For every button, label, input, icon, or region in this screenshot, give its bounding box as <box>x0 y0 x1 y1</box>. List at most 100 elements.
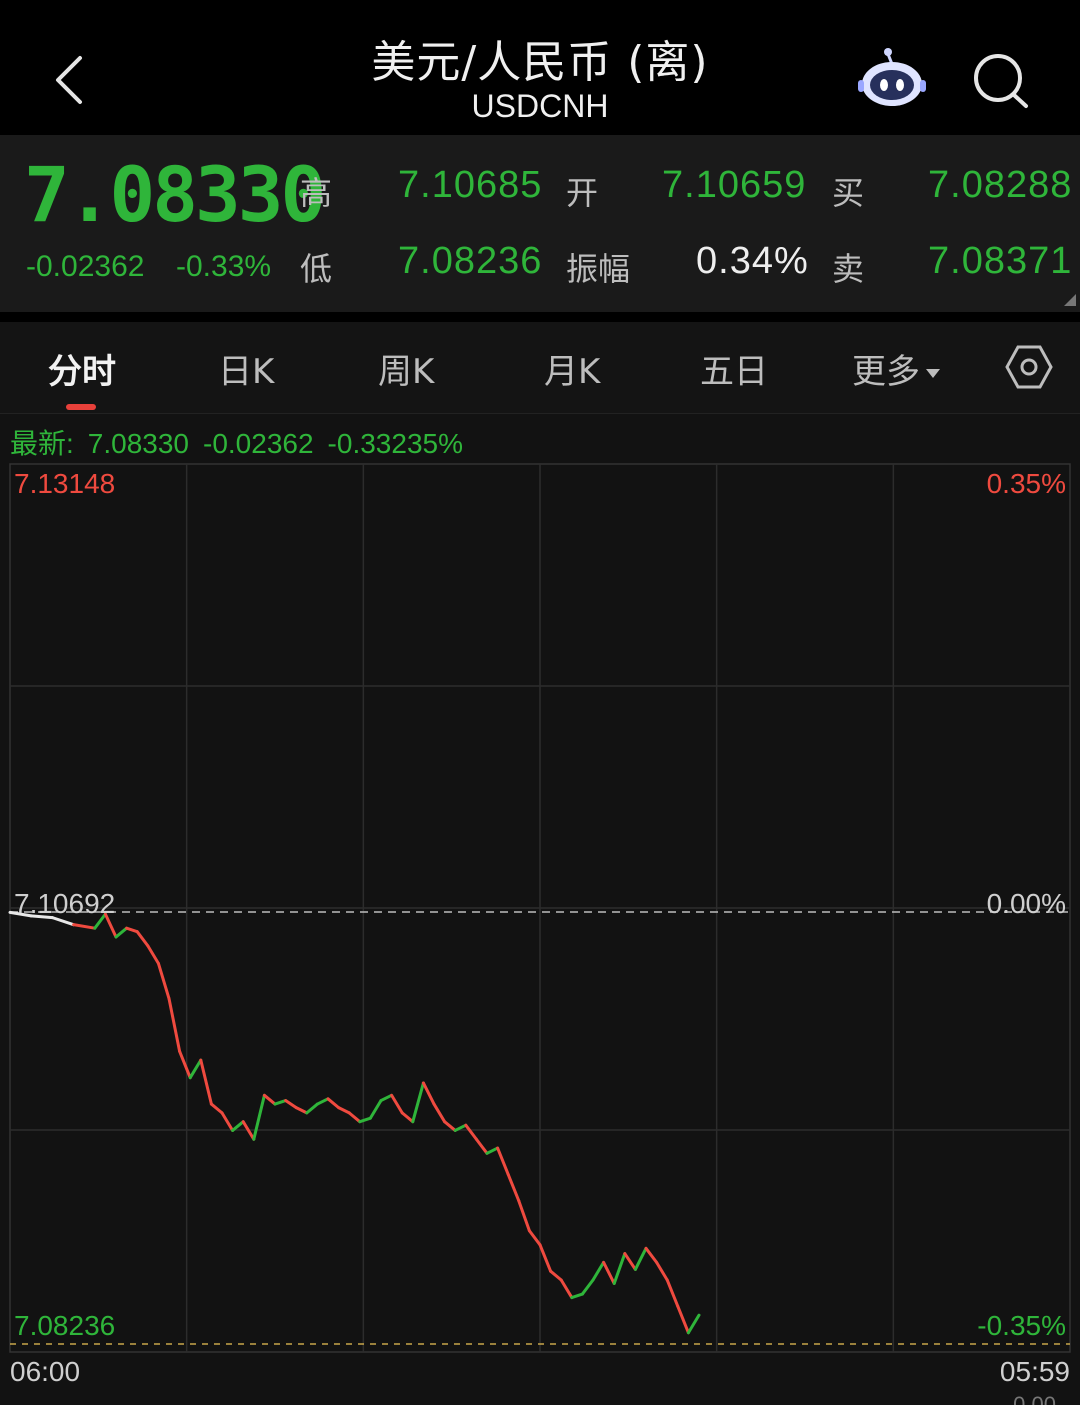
ask-value: 7.08371 <box>928 240 1073 282</box>
price-segment <box>220 1111 235 1132</box>
pct-min-label: -0.35% <box>977 1310 1066 1341</box>
tab-weekly-k[interactable]: 周K <box>378 344 434 393</box>
divider <box>0 312 1080 322</box>
high-label: 高 <box>300 174 333 212</box>
price-line <box>8 910 701 1335</box>
price-segment <box>686 1313 701 1335</box>
time-end-label: 05:59 <box>999 1356 1070 1387</box>
price-segment <box>549 1269 563 1282</box>
latest-label: 最新: <box>10 428 74 459</box>
price-segment <box>612 1252 627 1285</box>
latest-change-pct: -0.33235% <box>327 428 463 459</box>
latest-price: 7.08330 <box>87 428 189 459</box>
price-segment <box>231 1120 245 1132</box>
price-segment <box>633 1246 648 1271</box>
bid-value: 7.08288 <box>928 164 1073 206</box>
price-segment <box>390 1093 404 1115</box>
open-label: 开 <box>566 174 599 212</box>
expand-corner-icon[interactable] <box>1064 294 1076 306</box>
pct-ref-label: 0.00% <box>986 888 1066 919</box>
price-segment <box>294 1106 309 1115</box>
price-segment <box>125 926 139 934</box>
price-segment <box>114 926 129 939</box>
price-segment <box>517 1199 531 1233</box>
price-segment <box>368 1099 383 1120</box>
active-tab-indicator <box>66 404 96 410</box>
price-segment <box>655 1260 669 1282</box>
price-segment <box>432 1102 447 1124</box>
price-segment <box>284 1099 298 1110</box>
last-price: 7.08330 <box>24 150 326 239</box>
intraday-chart[interactable] <box>0 460 1080 1360</box>
y-max-label: 7.13148 <box>14 468 116 499</box>
price-segment <box>474 1137 489 1155</box>
tab-daily-k[interactable]: 日K <box>218 344 274 393</box>
price-segment <box>188 1058 203 1080</box>
price-segment <box>623 1252 637 1271</box>
price-segment <box>273 1099 288 1106</box>
price-segment <box>591 1260 606 1282</box>
price-segment <box>644 1246 659 1264</box>
bid-label: 买 <box>832 174 865 212</box>
tab-five-day[interactable]: 五日 <box>700 344 768 393</box>
low-value: 7.08236 <box>398 240 543 282</box>
caret-down-icon <box>926 369 940 378</box>
price-segment <box>209 1102 224 1115</box>
top-bar: 美元/人民币 (离) USDCNH <box>0 0 1080 135</box>
latest-change: -0.02362 <box>203 428 314 459</box>
chart-grid <box>9 463 1071 1353</box>
price-segment <box>199 1058 213 1106</box>
price-segment <box>146 944 160 965</box>
price-segment <box>167 997 182 1053</box>
price-segment <box>527 1229 542 1247</box>
price-segment <box>580 1278 595 1296</box>
ask-label: 卖 <box>832 250 865 288</box>
tab-more[interactable]: 更多 <box>852 344 940 393</box>
price-segment <box>358 1116 372 1124</box>
price-segment <box>602 1260 616 1285</box>
settings-hexagon-icon[interactable] <box>1004 344 1054 390</box>
robot-assistant-icon[interactable] <box>856 44 928 116</box>
search-icon[interactable] <box>966 48 1034 116</box>
price-segment <box>135 930 150 948</box>
price-segment <box>421 1081 436 1106</box>
price-segment <box>178 1049 192 1080</box>
price-segment <box>72 923 97 930</box>
price-segment <box>559 1278 574 1300</box>
price-segment <box>305 1102 319 1115</box>
y-ref-label: 7.10692 <box>14 888 116 919</box>
price-segment <box>464 1123 478 1141</box>
price-segment <box>665 1278 680 1308</box>
price-segment <box>506 1172 521 1203</box>
open-value: 7.10659 <box>662 164 807 206</box>
price-segment <box>337 1106 351 1115</box>
price-segment <box>485 1146 500 1155</box>
price-segment <box>676 1304 690 1335</box>
price-segment <box>538 1243 553 1273</box>
amplitude-value: 0.34% <box>696 240 809 282</box>
price-segment <box>326 1097 341 1110</box>
price-segment <box>315 1097 330 1106</box>
price-segment <box>411 1081 425 1124</box>
price-segment <box>379 1093 394 1103</box>
price-segment <box>156 961 171 1001</box>
latest-readout: 最新: 7.08330 -0.02362 -0.33235% <box>10 422 477 462</box>
price-segment <box>443 1120 457 1132</box>
price-segment <box>400 1111 415 1124</box>
high-value: 7.10685 <box>398 164 543 206</box>
price-segment <box>252 1093 266 1141</box>
price-segment <box>262 1093 277 1106</box>
amplitude-label: 振幅 <box>566 250 631 288</box>
price-change: -0.02362 <box>26 250 145 283</box>
time-start-label: 06:00 <box>10 1356 81 1387</box>
bottom-cut-label: 0.00 <box>1013 1392 1056 1405</box>
price-segment <box>570 1292 584 1300</box>
tab-monthly-k[interactable]: 月K <box>544 344 600 393</box>
low-label: 低 <box>300 250 333 288</box>
y-min-label: 7.08236 <box>14 1310 116 1341</box>
price-change-pct: -0.33% <box>176 250 272 283</box>
pct-max-label: 0.35% <box>986 468 1066 499</box>
tab-intraday[interactable]: 分时 <box>48 344 116 393</box>
price-segment <box>496 1146 510 1176</box>
price-segment <box>347 1111 362 1124</box>
